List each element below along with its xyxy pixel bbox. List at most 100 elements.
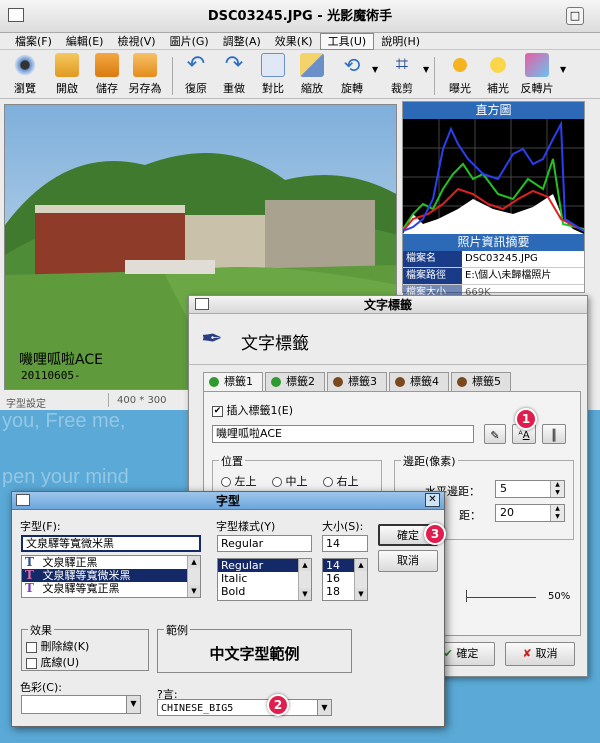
menu-adjust[interactable]: 調整(A) xyxy=(216,33,268,50)
background-text-1: you, Free me, xyxy=(2,410,126,432)
menu-tools[interactable]: 工具(U) xyxy=(319,33,375,50)
exposure-icon xyxy=(448,53,472,77)
menu-view[interactable]: 檢視(V) xyxy=(110,33,162,50)
tool-undo[interactable]: ↶ 復原 xyxy=(176,53,216,96)
tab-dot-icon xyxy=(209,377,219,387)
pen-icon: ✒ xyxy=(201,324,223,354)
text-label-dialog-title: 文字標籤 xyxy=(363,298,412,312)
pen-button[interactable]: ✎ xyxy=(484,424,506,444)
font-list[interactable]: T 文泉驛正黑 T 文泉驛等寬微米黑 T 文泉驛等寬正黑 ▲ ▼ xyxy=(21,555,201,598)
cancel-x-icon: ✘ xyxy=(522,647,536,660)
scrollbar[interactable]: ▲ ▼ xyxy=(354,559,367,600)
menu-file[interactable]: 檔案(F) xyxy=(8,33,59,50)
tool-compare[interactable]: 對比 xyxy=(253,53,293,96)
background-text-2: pen your mind xyxy=(2,466,129,488)
underline-checkbox[interactable]: 底線(U) xyxy=(26,654,79,670)
color-select[interactable]: ▼ xyxy=(21,695,141,714)
font-dialog-title: 字型 xyxy=(215,494,240,508)
radio-top-right[interactable]: 右上 xyxy=(323,475,359,488)
annotation-badge-2: 2 xyxy=(267,694,289,716)
opacity-slider-thumb[interactable] xyxy=(466,590,467,602)
insert-label-checkbox[interactable]: ✔ 插入標籤1(E) xyxy=(212,402,293,418)
close-icon[interactable]: ✕ xyxy=(425,493,440,507)
spin-arrows-icon[interactable]: ▲ ▼ xyxy=(550,505,564,521)
menu-bar: 檔案(F) 編輯(E) 檢視(V) 圖片(G) 調整(A) 效果(K) 工具(U) 說明(H) xyxy=(0,33,600,50)
text-label-dialog-titlebar: 文字標籤 xyxy=(189,296,587,314)
crop-icon: ⌗ xyxy=(395,52,409,77)
crop-dropdown-icon[interactable]: ▼ xyxy=(423,65,429,74)
chevron-down-icon: ▼ xyxy=(317,700,331,715)
app-menu-icon[interactable] xyxy=(8,8,24,22)
tool-resize[interactable]: 縮放 xyxy=(292,53,332,96)
radio-top-left[interactable]: 左上 xyxy=(221,475,257,488)
font-dialog-titlebar: 字型 ✕ xyxy=(12,492,444,510)
font-size-list[interactable]: 14 16 18 ▲ ▼ xyxy=(322,558,368,601)
font-dialog-cancel-button[interactable]: 取消 xyxy=(378,550,438,572)
font-icon: ᴬA xyxy=(518,430,530,441)
toolbar-more-icon[interactable]: ▼ xyxy=(560,65,566,74)
dialog-menu-icon[interactable] xyxy=(195,298,209,310)
columns-icon: ║ xyxy=(550,429,558,442)
window-title: DSC03245.JPG - 光影魔術手 xyxy=(207,9,393,24)
list-item[interactable]: T 文泉驛正黑 xyxy=(22,556,200,569)
font-style-list[interactable]: Regular Italic Bold ▲ ▼ xyxy=(217,558,312,601)
font-style-input[interactable]: Regular xyxy=(217,535,312,552)
toolbar: 瀏覽 開啟 儲存 另存為 ↶ 復原 ↷ 重做 對比 縮放 ⟲ 旋轉 ▼ ⌗ 裁剪 ▼ 曝… xyxy=(0,51,600,99)
list-item[interactable]: T 文泉驛等寬微米黑 xyxy=(22,569,200,582)
tool-redo[interactable]: ↷ 重做 xyxy=(214,53,254,96)
scrollbar[interactable]: ▲ ▼ xyxy=(187,556,200,597)
v-margin-spinner[interactable]: 20 ▲ ▼ xyxy=(495,504,565,522)
redo-icon: ↷ xyxy=(224,52,244,77)
menu-edit[interactable]: 編輯(E) xyxy=(59,33,111,50)
label-text-input[interactable]: 嘰哩呱啦ACE xyxy=(212,425,474,443)
text-dialog-cancel-button[interactable]: ✘ 取消 xyxy=(505,642,575,666)
tab-label-2[interactable]: 標籤2 xyxy=(265,372,325,391)
align-button[interactable]: ║ xyxy=(542,424,566,444)
info-row: 檔案路徑 E:\個人\未歸檔照片 xyxy=(403,268,584,285)
tab-label-1[interactable]: 標籤1 xyxy=(203,372,263,392)
tool-save-as[interactable]: 另存為 xyxy=(125,53,165,96)
font-dialog-menu-icon[interactable] xyxy=(16,494,30,506)
eye-icon xyxy=(13,53,37,77)
tool-fill-light[interactable]: 補光 xyxy=(478,53,518,96)
opacity-slider[interactable] xyxy=(466,597,536,598)
tool-crop[interactable]: ⌗ 裁剪 xyxy=(382,53,422,96)
tool-open[interactable]: 開啟 xyxy=(47,53,87,96)
undo-icon: ↶ xyxy=(186,52,206,77)
tool-reversal-film[interactable]: 反轉片 xyxy=(517,53,557,96)
strikeout-checkbox[interactable]: 刪除線(K) xyxy=(26,638,89,654)
photo-caption: 嘰哩呱啦ACE xyxy=(19,352,103,368)
spin-arrows-icon[interactable]: ▲ ▼ xyxy=(550,481,564,497)
h-margin-spinner[interactable]: 5 ▲ ▼ xyxy=(495,480,565,498)
maximize-button[interactable]: □ xyxy=(566,7,584,25)
save-as-icon xyxy=(133,53,157,77)
info-row: 檔案名 DSC03245.JPG xyxy=(403,251,584,268)
text-label-header: 文字標籤 xyxy=(241,334,309,354)
rotate-dropdown-icon[interactable]: ▼ xyxy=(372,65,378,74)
script-select[interactable]: CHINESE_BIG5 ▼ xyxy=(157,699,332,716)
list-item[interactable]: T 文泉驛等寬正黑 xyxy=(22,581,200,596)
tab-label-5[interactable]: 標籤5 xyxy=(451,372,511,391)
menu-effects[interactable]: 效果(K) xyxy=(268,33,320,50)
tab-label-3[interactable]: 標籤3 xyxy=(327,372,387,391)
menu-help[interactable]: 說明(H) xyxy=(374,33,427,50)
histogram-title: 直方圖 xyxy=(403,102,584,119)
scrollbar[interactable]: ▲ ▼ xyxy=(298,559,311,600)
tool-exposure[interactable]: 曝光 xyxy=(440,53,480,96)
resize-icon xyxy=(300,53,324,77)
tool-save[interactable]: 儲存 xyxy=(87,53,127,96)
status-size: 400 * 300 xyxy=(117,395,167,406)
rotate-icon: ⟲ xyxy=(343,53,361,77)
chevron-down-icon: ▼ xyxy=(126,696,140,713)
annotation-badge-1: 1 xyxy=(515,408,537,430)
menu-image[interactable]: 圖片(G) xyxy=(163,33,216,50)
font-name-input[interactable]: 文泉驛等寬微米黑 xyxy=(21,535,201,552)
info-title: 照片資訊摘要 xyxy=(403,234,584,251)
tab-label-4[interactable]: 標籤4 xyxy=(389,372,449,391)
folder-icon xyxy=(55,53,79,77)
tool-browse[interactable]: 瀏覽 xyxy=(5,53,45,96)
font-size-input[interactable]: 14 xyxy=(322,535,368,552)
tool-rotate[interactable]: ⟲ 旋轉 xyxy=(332,53,372,96)
radio-top-center[interactable]: 中上 xyxy=(272,475,308,488)
truetype-icon: T xyxy=(25,581,34,595)
